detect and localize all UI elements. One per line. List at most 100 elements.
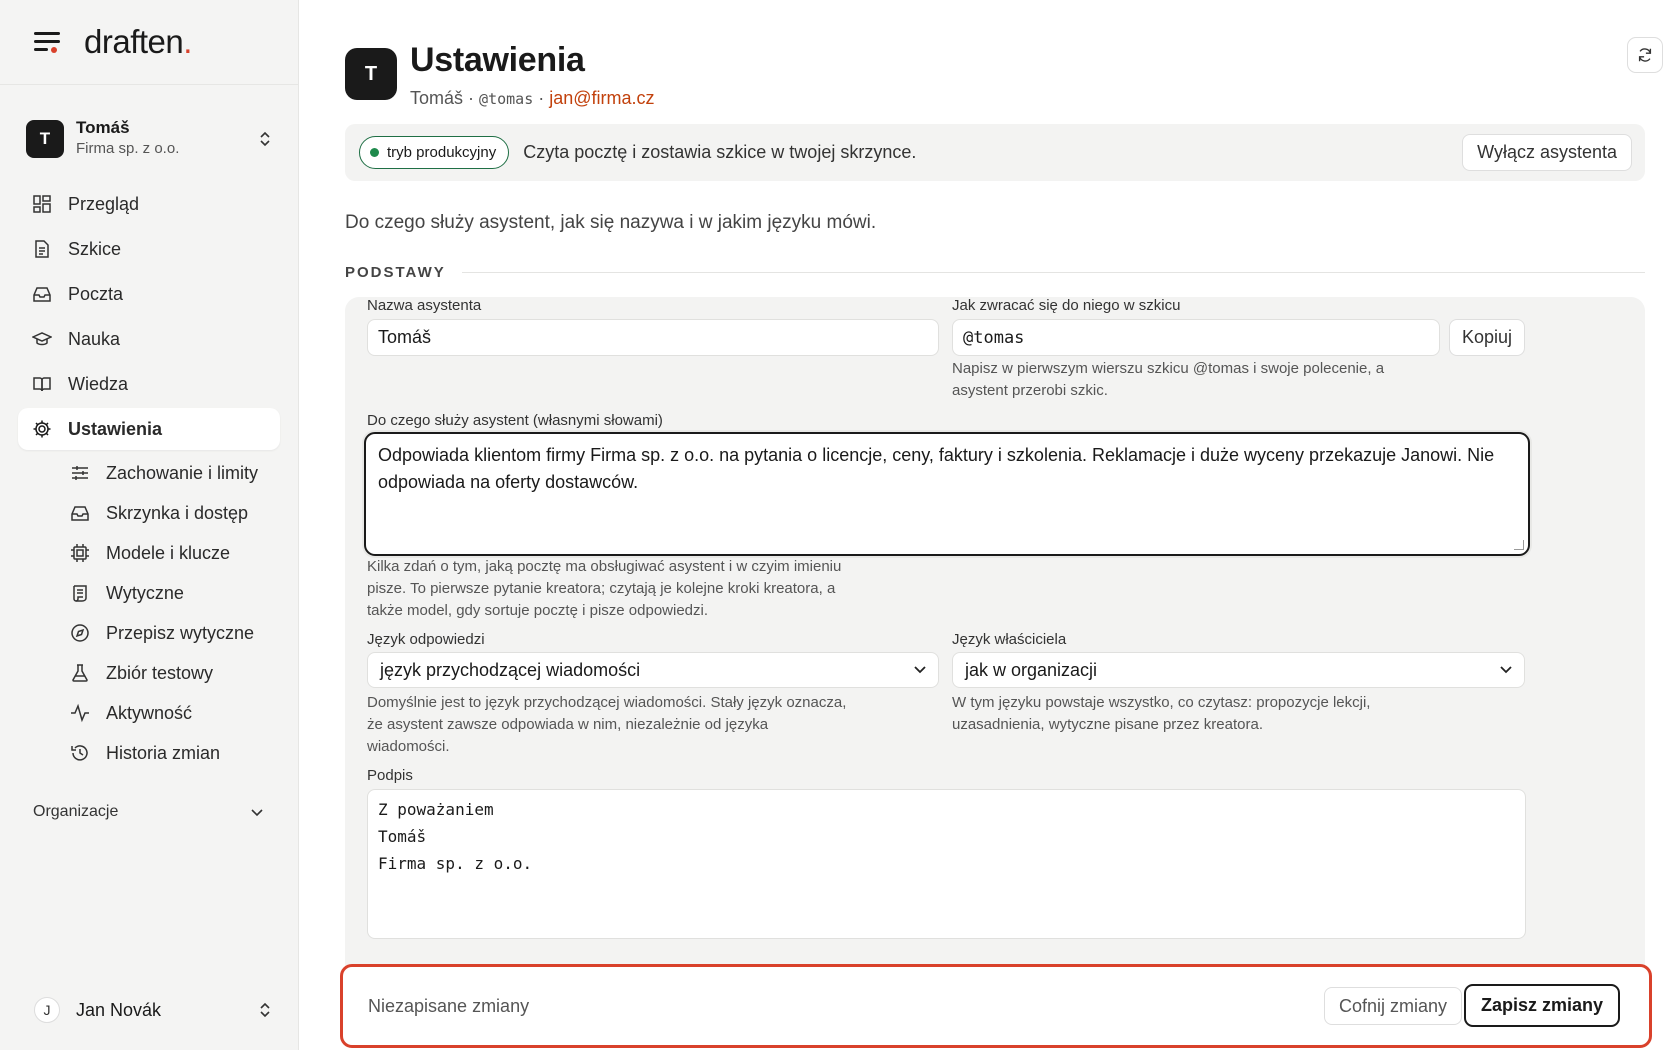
org-switcher[interactable]: T Tomáš Firma sp. z o.o. — [0, 117, 298, 161]
page-subtitle: Tomáš · @tomas · jan@firma.cz — [410, 86, 655, 111]
organizations-section[interactable]: Organizacje — [0, 797, 298, 827]
inbox-icon — [32, 284, 52, 304]
subnav-item-modele[interactable]: Modele i klucze — [18, 533, 280, 573]
chevron-down-icon — [914, 666, 926, 674]
subnav-label: Historia zmian — [106, 742, 221, 763]
owner-language-hint: W tym języku powstaje wszystko, co czyta… — [952, 694, 1371, 733]
assistant-handle: @tomas — [479, 90, 534, 108]
status-dot-icon — [370, 148, 379, 157]
subnav-label: Wytyczne — [106, 582, 184, 603]
page-title: Ustawienia — [410, 41, 585, 79]
subnav-item-historia[interactable]: Historia zmian — [18, 733, 280, 773]
basics-form: Nazwa asystenta Tomáš Jak zwracać się do… — [345, 297, 1645, 977]
main-nav: Przegląd Szkice Poczta Nauka Wiedza Usta… — [0, 183, 298, 773]
subnav-item-aktywnosc[interactable]: Aktywność — [18, 693, 280, 733]
owner-language-label: Język właściciela — [952, 631, 1067, 648]
production-badge-label: tryb produkcyjny — [387, 144, 497, 161]
scroll-icon — [70, 583, 90, 603]
nav-label: Szkice — [68, 238, 122, 259]
production-badge: tryb produkcyjny — [359, 136, 510, 169]
nav-label: Poczta — [68, 283, 124, 304]
unsaved-changes-text: Niezapisane zmiany — [368, 995, 530, 1016]
assistant-avatar: T — [345, 48, 397, 100]
resize-handle-icon[interactable] — [1514, 540, 1524, 550]
chip-icon — [70, 543, 90, 563]
grid-icon — [32, 194, 52, 214]
reply-language-label: Język odpowiedzi — [367, 631, 485, 648]
unsaved-changes-bar: Niezapisane zmiany Cofnij zmiany Zapisz … — [340, 964, 1652, 1048]
purpose-hint: Kilka zdań o tym, jaką pocztę ma obsługi… — [367, 558, 842, 619]
save-changes-button[interactable]: Zapisz zmiany — [1463, 984, 1620, 1027]
production-description: Czyta pocztę i zostawia szkice w twojej … — [523, 142, 917, 162]
purpose-label: Do czego służy asystent (własnymi słowam… — [367, 412, 663, 429]
address-label: Jak zwracać się do niego w szkicu — [952, 297, 1181, 314]
assistant-name-label: Nazwa asystenta — [367, 297, 482, 314]
purpose-text: Odpowiada klientom firmy Firma sp. z o.o… — [378, 445, 1495, 492]
production-mode-bar: tryb produkcyjny Czyta pocztę i zostawia… — [345, 124, 1645, 181]
flask-icon — [70, 663, 90, 683]
gear-icon — [32, 419, 52, 439]
owner-language-value: jak w organizacji — [965, 659, 1098, 680]
document-icon — [32, 239, 52, 259]
nav-item-wiedza[interactable]: Wiedza — [18, 363, 280, 405]
section-description: Do czego służy asystent, jak się nazywa … — [345, 212, 877, 233]
org-name: Tomáš — [76, 118, 130, 137]
refresh-button[interactable] — [1627, 37, 1663, 73]
copy-button[interactable]: Kopiuj — [1449, 319, 1525, 356]
nav-label: Przegląd — [68, 193, 140, 214]
inbox-icon — [70, 503, 90, 523]
user-switcher[interactable]: J Jan Novák — [34, 988, 272, 1032]
reply-language-value: język przychodzącej wiadomości — [380, 659, 641, 680]
chevron-down-icon — [251, 809, 263, 817]
brand-bar: draften. — [0, 0, 298, 85]
chevron-down-icon — [1500, 666, 1512, 674]
section-heading-label: PODSTAWY — [345, 264, 446, 281]
subnav-label: Przepisz wytyczne — [106, 622, 255, 643]
nav-label: Ustawienia — [68, 418, 163, 439]
owner-language-select[interactable]: jak w organizacji — [952, 652, 1525, 688]
page-header: T Ustawienia Tomáš · @tomas · jan@firma.… — [345, 40, 655, 111]
purpose-textarea[interactable]: Odpowiada klientom firmy Firma sp. z o.o… — [364, 432, 1530, 556]
nav-item-przeglad[interactable]: Przegląd — [18, 183, 280, 225]
user-avatar: J — [34, 997, 60, 1023]
logo[interactable]: draften. — [84, 23, 192, 61]
nav-item-poczta[interactable]: Poczta — [18, 273, 280, 315]
graduation-cap-icon — [32, 329, 52, 349]
sidebar: draften. T Tomáš Firma sp. z o.o. Przegl… — [0, 0, 299, 1050]
subnav-item-skrzynka[interactable]: Skrzynka i dostęp — [18, 493, 280, 533]
nav-item-ustawienia[interactable]: Ustawienia — [18, 408, 280, 450]
assistant-email[interactable]: jan@firma.cz — [549, 88, 654, 108]
subnav-item-przepisz[interactable]: Przepisz wytyczne — [18, 613, 280, 653]
activity-icon — [70, 703, 90, 723]
nav-item-szkice[interactable]: Szkice — [18, 228, 280, 270]
subnav-item-zachowanie[interactable]: Zachowanie i limity — [18, 453, 280, 493]
separator: · — [538, 88, 545, 108]
revert-changes-button[interactable]: Cofnij zmiany — [1323, 987, 1462, 1025]
organizations-label: Organizacje — [33, 803, 119, 820]
signature-label: Podpis — [367, 767, 413, 784]
assistant-name-input[interactable]: Tomáš — [367, 319, 939, 356]
refresh-icon — [1638, 48, 1652, 62]
subnav-item-zbior[interactable]: Zbiór testowy — [18, 653, 280, 693]
nav-label: Wiedza — [68, 373, 129, 394]
divider — [461, 272, 1645, 273]
nav-item-nauka[interactable]: Nauka — [18, 318, 280, 360]
subnav-label: Modele i klucze — [106, 542, 231, 563]
signature-textarea[interactable]: Z poważaniem Tomáš Firma sp. z o.o. — [367, 789, 1526, 939]
section-heading: PODSTAWY — [345, 264, 1645, 281]
menu-icon[interactable] — [34, 32, 60, 53]
subnav-item-wytyczne[interactable]: Wytyczne — [18, 573, 280, 613]
assistant-name: Tomáš — [410, 88, 464, 108]
main-content: T Ustawienia Tomáš · @tomas · jan@firma.… — [300, 0, 1680, 1050]
reply-language-select[interactable]: język przychodzącej wiadomości — [367, 652, 939, 688]
subnav-label: Zachowanie i limity — [106, 462, 259, 483]
address-hint: Napisz w pierwszym wierszu szkicu @tomas… — [952, 360, 1385, 399]
chevron-updown-icon — [260, 1002, 270, 1018]
disable-assistant-button[interactable]: Wyłącz asystenta — [1462, 134, 1632, 171]
subnav-label: Zbiór testowy — [106, 662, 214, 683]
separator: · — [468, 88, 475, 108]
history-icon — [70, 743, 90, 763]
address-input[interactable]: @tomas — [952, 319, 1440, 356]
book-icon — [32, 374, 52, 394]
org-avatar: T — [26, 120, 64, 158]
